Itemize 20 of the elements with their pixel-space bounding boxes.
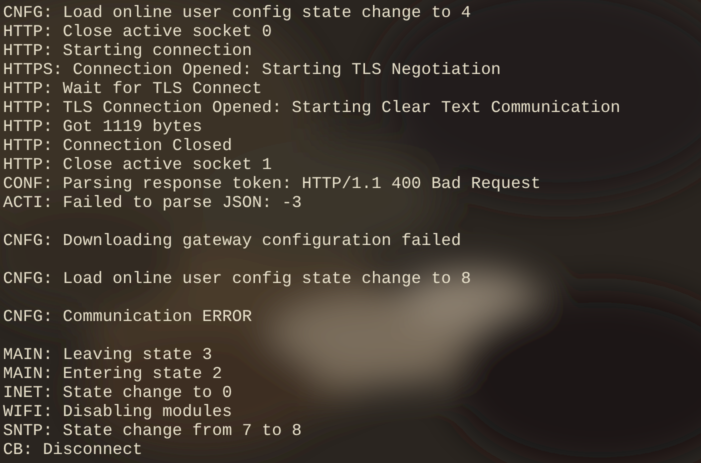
- log-line: MAIN: Entering state 2: [3, 364, 222, 383]
- log-line: SNTP: State change from 7 to 8: [3, 421, 302, 440]
- log-line: HTTP: Close active socket 0: [3, 22, 272, 41]
- log-line: ACTI: Failed to parse JSON: -3: [3, 193, 302, 212]
- log-line: HTTP: Starting connection: [3, 41, 252, 60]
- log-line: HTTP: Got 1119 bytes: [3, 117, 202, 136]
- log-line: HTTPS: Connection Opened: Starting TLS Negotiation: [3, 60, 501, 79]
- log-line: INET: State change to 0: [3, 383, 232, 402]
- log-line: HTTP: TLS Connection Opened: Starting Clear Text Communication: [3, 98, 620, 117]
- log-line: CNFG: Downloading gateway configuration failed: [3, 231, 462, 250]
- log-line: HTTP: Connection Closed: [3, 136, 232, 155]
- log-line: CNFG: Load online user config state change to 8: [3, 269, 472, 288]
- log-line: MAIN: Leaving state 3: [3, 345, 212, 364]
- log-line: CNFG: Communication ERROR: [3, 307, 252, 326]
- log-line: HTTP: Wait for TLS Connect: [3, 79, 262, 98]
- log-line: CB: Disconnect: [3, 440, 142, 459]
- log-line: CONF: Parsing response token: HTTP/1.1 400 Bad Request: [3, 174, 541, 193]
- log-line: HTTP: Close active socket 1: [3, 155, 272, 174]
- log-line: CNFG: Load online user config state change to 4: [3, 3, 472, 22]
- log-line: WIFI: Disabling modules: [3, 402, 232, 421]
